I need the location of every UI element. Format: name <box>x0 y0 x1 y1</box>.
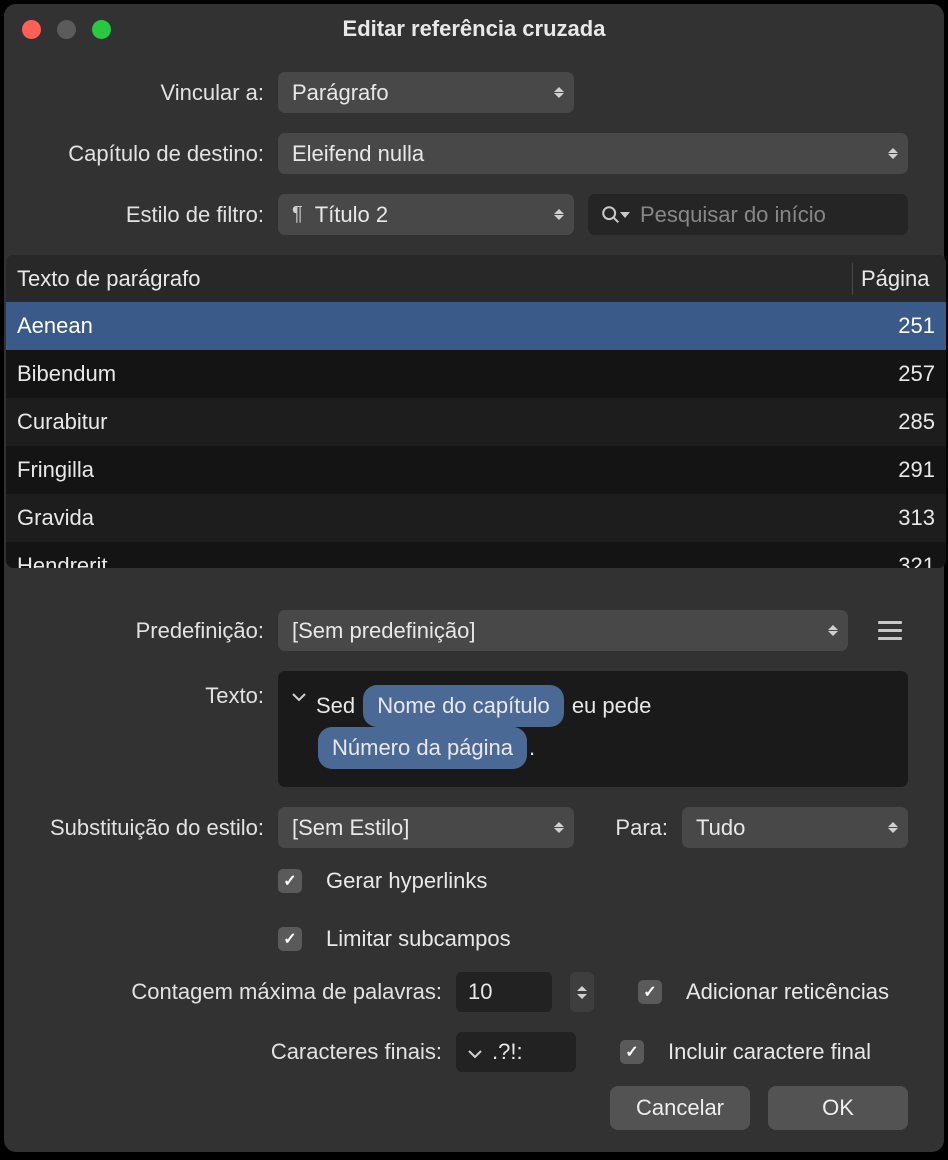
token-page-number[interactable]: Número da página <box>318 727 527 769</box>
text-label: Texto: <box>40 671 264 709</box>
cell-text: Aenean <box>17 313 853 339</box>
link-to-label: Vincular a: <box>40 80 264 106</box>
dialog-window: Editar referência cruzada Vincular a: Pa… <box>4 4 944 1152</box>
cell-text: Gravida <box>17 505 853 531</box>
text-editor[interactable]: Sed Nome do capítulo eu pede Número da p… <box>278 671 908 787</box>
max-words-label: Contagem máxima de palavras: <box>40 979 442 1005</box>
for-value: Tudo <box>696 815 745 841</box>
ellipsis-checkbox[interactable]: ✓ <box>638 980 662 1004</box>
table-header: Texto de parágrafo Página <box>6 255 946 302</box>
hyperlinks-checkbox[interactable]: ✓ <box>278 869 302 893</box>
for-label: Para: <box>588 815 668 841</box>
final-chars-value: .?!: <box>492 1039 523 1065</box>
token-chapter-name[interactable]: Nome do capítulo <box>363 685 563 727</box>
filter-style-label: Estilo de filtro: <box>40 202 264 228</box>
cell-page: 321 <box>853 553 935 568</box>
style-override-label: Substituição do estilo: <box>40 815 264 841</box>
link-to-value: Parágrafo <box>292 80 389 106</box>
ellipsis-label: Adicionar reticências <box>686 979 889 1005</box>
table-row[interactable]: Gravida313 <box>6 494 946 542</box>
filter-style-value: Título 2 <box>315 202 388 228</box>
ok-button[interactable]: OK <box>768 1086 908 1130</box>
cell-page: 251 <box>853 313 935 339</box>
include-final-label: Incluir caractere final <box>668 1039 871 1065</box>
style-override-select[interactable]: [Sem Estilo] <box>278 807 574 848</box>
limit-subfields-checkbox[interactable]: ✓ <box>278 927 302 951</box>
stepper-icon <box>888 148 898 159</box>
chevron-down-icon[interactable] <box>292 689 306 707</box>
stepper-icon <box>554 822 564 833</box>
hamburger-icon <box>878 621 902 624</box>
stepper-icon <box>888 822 898 833</box>
hyperlinks-label: Gerar hyperlinks <box>326 868 487 894</box>
dest-chapter-select[interactable]: Eleifend nulla <box>278 133 908 174</box>
include-final-checkbox[interactable]: ✓ <box>620 1040 644 1064</box>
search-icon <box>600 204 630 226</box>
preset-select[interactable]: [Sem predefinição] <box>278 610 848 651</box>
preset-menu-button[interactable] <box>872 613 908 649</box>
minimize-button[interactable] <box>57 20 76 39</box>
window-title: Editar referência cruzada <box>4 16 944 42</box>
titlebar: Editar referência cruzada <box>4 4 944 54</box>
max-words-stepper[interactable] <box>570 972 594 1012</box>
table-row[interactable]: Bibendum257 <box>6 350 946 398</box>
close-button[interactable] <box>22 20 41 39</box>
dest-chapter-value: Eleifend nulla <box>292 141 424 167</box>
stepper-icon <box>828 625 838 636</box>
preset-label: Predefinição: <box>40 618 264 644</box>
table-row[interactable]: Fringilla291 <box>6 446 946 494</box>
filter-style-select[interactable]: ¶ Título 2 <box>278 194 574 235</box>
link-to-select[interactable]: Parágrafo <box>278 72 574 113</box>
maximize-button[interactable] <box>92 20 111 39</box>
preset-value: [Sem predefinição] <box>292 618 475 644</box>
paragraph-table: Texto de parágrafo Página Aenean251Biben… <box>6 255 946 568</box>
max-words-value: 10 <box>468 979 492 1005</box>
final-chars-label: Caracteres finais: <box>40 1039 442 1065</box>
stepper-up-icon <box>577 986 587 991</box>
cell-text: Hendrerit <box>17 553 853 568</box>
max-words-input[interactable]: 10 <box>456 972 552 1012</box>
final-chars-input[interactable]: .?!: <box>456 1032 576 1072</box>
search-placeholder: Pesquisar do início <box>640 202 826 228</box>
traffic-lights <box>22 20 111 39</box>
text-content: Sed Nome do capítulo eu pede Número da p… <box>316 685 651 769</box>
cell-text: Fringilla <box>17 457 853 483</box>
chevron-down-icon <box>468 1039 482 1065</box>
stepper-icon <box>554 209 564 220</box>
table-row[interactable]: Hendrerit321 <box>6 542 946 568</box>
table-row[interactable]: Curabitur285 <box>6 398 946 446</box>
cancel-button[interactable]: Cancelar <box>610 1086 750 1130</box>
style-override-value: [Sem Estilo] <box>292 815 409 841</box>
cell-text: Bibendum <box>17 361 853 387</box>
stepper-icon <box>554 87 564 98</box>
col-header-page[interactable]: Página <box>852 263 946 295</box>
limit-subfields-label: Limitar subcampos <box>326 926 511 952</box>
stepper-down-icon <box>577 994 587 999</box>
cell-page: 257 <box>853 361 935 387</box>
for-select[interactable]: Tudo <box>682 807 908 848</box>
dest-chapter-label: Capítulo de destino: <box>40 141 264 167</box>
search-input[interactable]: Pesquisar do início <box>588 194 908 235</box>
cell-page: 291 <box>853 457 935 483</box>
cell-page: 285 <box>853 409 935 435</box>
table-body: Aenean251Bibendum257Curabitur285Fringill… <box>6 302 946 568</box>
col-header-text[interactable]: Texto de parágrafo <box>6 266 852 292</box>
pilcrow-icon: ¶ <box>292 203 303 226</box>
table-row[interactable]: Aenean251 <box>6 302 946 350</box>
cell-text: Curabitur <box>17 409 853 435</box>
cell-page: 313 <box>853 505 935 531</box>
